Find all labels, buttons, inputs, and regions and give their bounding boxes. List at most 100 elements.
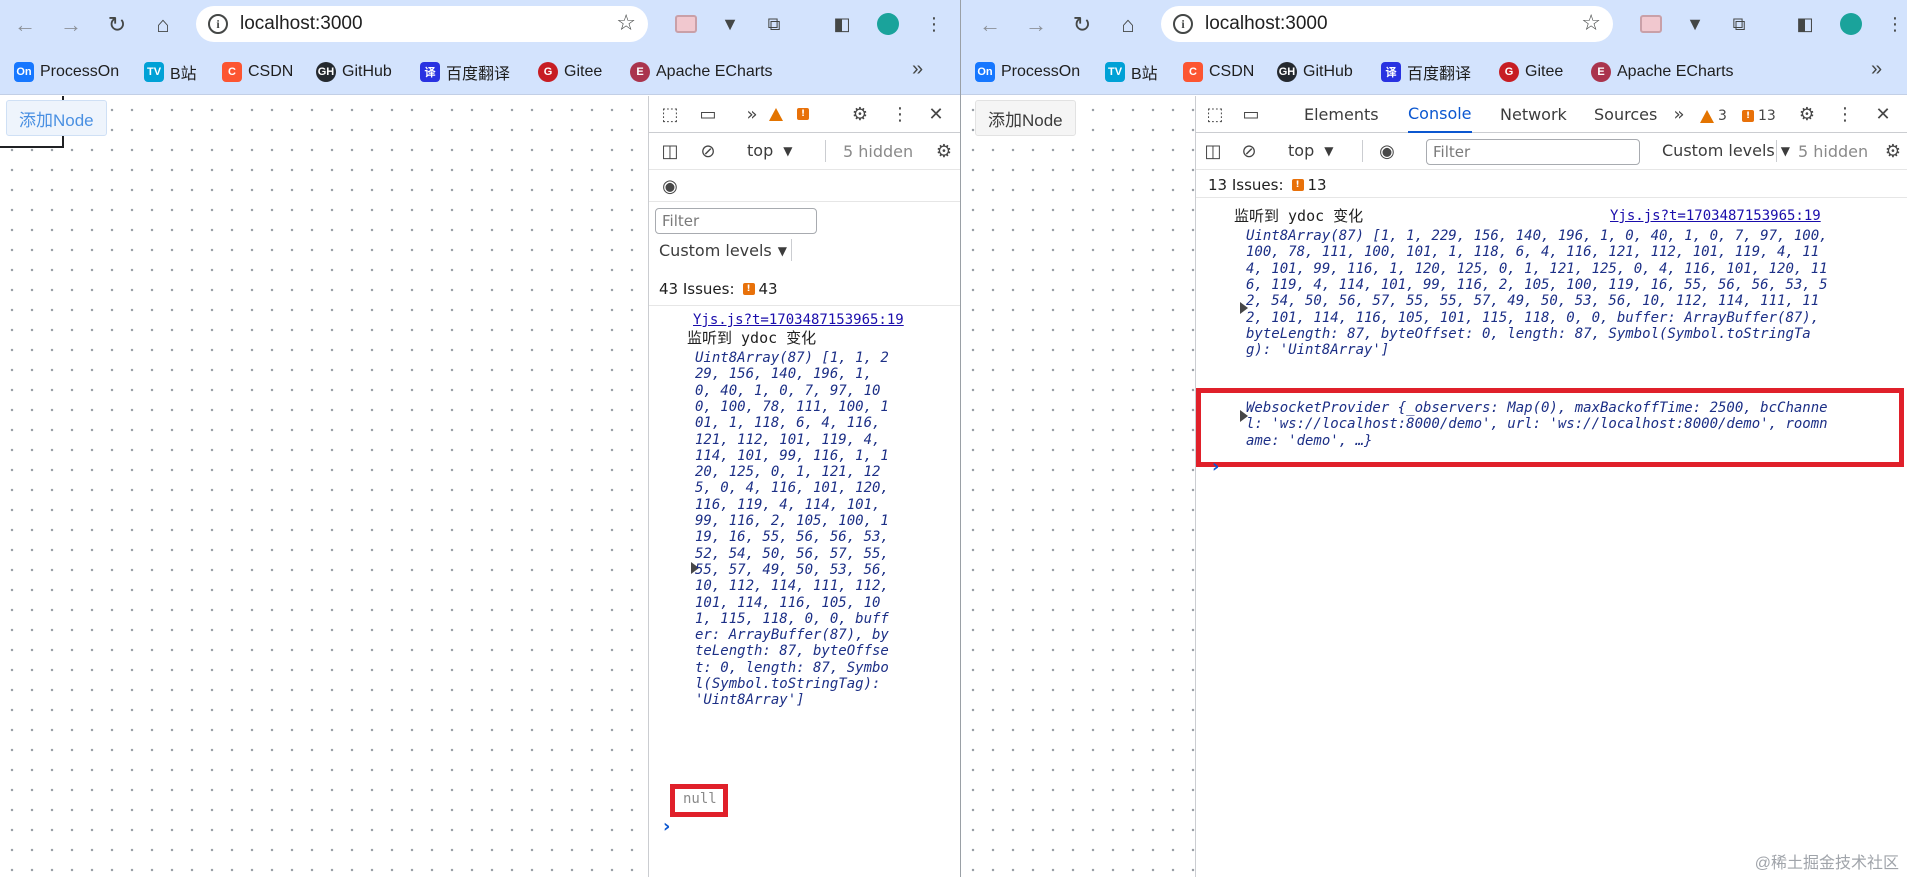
bookmarks-more-icon[interactable]: » bbox=[912, 58, 923, 81]
extension-v-icon[interactable]: ▼ bbox=[718, 12, 742, 36]
console-settings-icon[interactable]: ⚙ bbox=[931, 138, 957, 164]
filter-input[interactable]: Filter bbox=[1426, 139, 1640, 165]
issues-badge[interactable]: ! bbox=[797, 108, 813, 120]
add-node-button[interactable]: 添加Node bbox=[975, 100, 1076, 136]
warnings-badge[interactable]: 3 bbox=[1700, 108, 1727, 124]
bookmark-gitee[interactable]: G Gitee bbox=[538, 60, 602, 84]
back-icon[interactable]: ← bbox=[975, 10, 1005, 40]
devtools-tabbar: ⬚ ▭ Elements Console Network Sources » 3… bbox=[1196, 96, 1907, 133]
live-expression-eye-icon[interactable]: ◉ bbox=[1374, 138, 1400, 164]
forward-icon[interactable]: → bbox=[1021, 10, 1051, 40]
bookmark-label: Gitee bbox=[1525, 63, 1564, 80]
bookmark-label: B站 bbox=[1131, 66, 1158, 83]
inspect-element-icon[interactable]: ⬚ bbox=[1202, 101, 1228, 127]
tab-elements[interactable]: Elements bbox=[1304, 96, 1379, 133]
live-expression-eye-icon[interactable]: ◉ bbox=[657, 173, 683, 199]
bookmark-echarts[interactable]: E Apache ECharts bbox=[630, 60, 773, 84]
warnings-badge[interactable] bbox=[769, 108, 787, 121]
reload-icon[interactable]: ↻ bbox=[1067, 10, 1097, 40]
bookmark-github[interactable]: GH GitHub bbox=[316, 60, 392, 84]
site-info-icon[interactable]: i bbox=[1173, 14, 1193, 34]
more-tabs-icon[interactable]: » bbox=[1666, 101, 1692, 127]
address-bar[interactable]: i localhost:3000 ☆ bbox=[1161, 6, 1613, 42]
close-devtools-icon[interactable]: ✕ bbox=[1870, 101, 1896, 127]
extension-v-icon[interactable]: ▼ bbox=[1683, 12, 1707, 36]
extension-icon[interactable] bbox=[674, 12, 698, 36]
tab-console[interactable]: Console bbox=[1408, 96, 1472, 133]
bookmark-star-icon[interactable]: ☆ bbox=[1581, 10, 1601, 36]
bookmark-label: ProcessOn bbox=[1001, 63, 1081, 80]
close-devtools-icon[interactable]: ✕ bbox=[923, 101, 949, 127]
issues-row[interactable]: 43 Issues: ! 43 bbox=[649, 270, 960, 306]
bookmark-csdn[interactable]: C CSDN bbox=[222, 60, 293, 84]
bookmark-processon[interactable]: On ProcessOn bbox=[975, 60, 1080, 84]
bookmark-csdn[interactable]: C CSDN bbox=[1183, 60, 1254, 84]
console-output-line: er: ArrayBuffer(87), by bbox=[695, 627, 889, 644]
console-prompt-icon[interactable]: › bbox=[1212, 456, 1219, 477]
customize-kebab-icon[interactable]: ⋮ bbox=[887, 101, 913, 127]
extensions-puzzle-icon[interactable]: ⧉ bbox=[762, 12, 786, 36]
console-settings-icon[interactable]: ⚙ bbox=[1880, 138, 1906, 164]
show-sidebar-icon[interactable]: ◫ bbox=[1200, 138, 1226, 164]
console-output-line: 116, 119, 4, 114, 101, bbox=[695, 496, 881, 513]
inspect-element-icon[interactable]: ⬚ bbox=[657, 101, 683, 127]
tab-network[interactable]: Network bbox=[1500, 96, 1567, 133]
home-icon[interactable]: ⌂ bbox=[1113, 10, 1143, 40]
console-output-line: 2, 54, 50, 56, 57, 55, 55, 57, 49, 50, 5… bbox=[1246, 293, 1820, 310]
log-levels-dropdown[interactable]: Custom levels ▼ bbox=[1662, 141, 1790, 160]
bookmarks-more-icon[interactable]: » bbox=[1871, 58, 1882, 81]
console-toolbar: ◫ ⊘ top ▼ ◉ Filter Custom levels ▼ 5 hidde… bbox=[1196, 133, 1907, 170]
menu-kebab-icon[interactable]: ⋮ bbox=[922, 12, 946, 36]
home-icon[interactable]: ⌂ bbox=[148, 10, 178, 40]
browser-toolbar: ← → ↻ ⌂ i localhost:3000 ☆ ▼ ⧉ ◧ ⋮ bbox=[0, 0, 960, 48]
log-levels-dropdown[interactable]: Custom levels ▼ bbox=[659, 241, 787, 260]
bookmark-star-icon[interactable]: ☆ bbox=[616, 10, 636, 36]
side-panel-icon[interactable]: ◧ bbox=[1793, 12, 1817, 36]
address-bar[interactable]: i localhost:3000 ☆ bbox=[196, 6, 648, 42]
side-panel-icon[interactable]: ◧ bbox=[830, 12, 854, 36]
bookmark-bilibili[interactable]: TV B站 bbox=[144, 60, 197, 84]
customize-kebab-icon[interactable]: ⋮ bbox=[1832, 101, 1858, 127]
device-toolbar-icon[interactable]: ▭ bbox=[1238, 101, 1264, 127]
reload-icon[interactable]: ↻ bbox=[102, 10, 132, 40]
extensions-puzzle-icon[interactable]: ⧉ bbox=[1727, 12, 1751, 36]
site-info-icon[interactable]: i bbox=[208, 14, 228, 34]
bookmark-echarts[interactable]: E Apache ECharts bbox=[1591, 60, 1734, 84]
console-source-link[interactable]: Yjs.js?t=1703487153965:19 bbox=[1610, 208, 1821, 224]
console-prompt-icon[interactable]: › bbox=[663, 816, 670, 837]
filter-input[interactable]: Filter bbox=[655, 208, 817, 234]
console-output-line: 121, 112, 101, 119, 4, bbox=[695, 431, 881, 448]
bookmark-baidu-translate[interactable]: 译 百度翻译 bbox=[420, 60, 510, 84]
issues-badge[interactable]: ! 13 bbox=[1742, 108, 1776, 124]
more-tabs-icon[interactable]: » bbox=[739, 101, 765, 127]
settings-gear-icon[interactable]: ⚙ bbox=[1794, 101, 1820, 127]
app-canvas[interactable]: 添加Node bbox=[961, 96, 1195, 877]
clear-console-icon[interactable]: ⊘ bbox=[1236, 138, 1262, 164]
bookmark-gitee[interactable]: G Gitee bbox=[1499, 60, 1563, 84]
console-source-link[interactable]: Yjs.js?t=1703487153965:19 bbox=[693, 312, 904, 328]
app-canvas[interactable]: 添加Node bbox=[0, 96, 648, 877]
github-icon: GH bbox=[1277, 62, 1297, 82]
menu-kebab-icon[interactable]: ⋮ bbox=[1883, 12, 1907, 36]
bookmark-bilibili[interactable]: TV B站 bbox=[1105, 60, 1158, 84]
settings-gear-icon[interactable]: ⚙ bbox=[847, 101, 873, 127]
back-icon[interactable]: ← bbox=[10, 10, 40, 40]
bookmark-github[interactable]: GH GitHub bbox=[1277, 60, 1353, 84]
tab-sources[interactable]: Sources bbox=[1594, 96, 1657, 133]
issues-row[interactable]: 13 Issues: ! 13 bbox=[1196, 170, 1907, 198]
bookmark-baidu-translate[interactable]: 译 百度翻译 bbox=[1381, 60, 1471, 84]
context-selector[interactable]: top ▼ bbox=[747, 141, 792, 160]
console-output-line: 29, 156, 140, 196, 1, bbox=[695, 366, 873, 383]
profile-avatar-icon[interactable] bbox=[876, 12, 900, 36]
add-node-button[interactable]: 添加Node bbox=[6, 100, 107, 136]
bookmark-processon[interactable]: On ProcessOn bbox=[14, 60, 119, 84]
context-selector[interactable]: top ▼ bbox=[1288, 141, 1333, 160]
forward-icon[interactable]: → bbox=[56, 10, 86, 40]
extension-icon[interactable] bbox=[1639, 12, 1663, 36]
bookmark-label: ProcessOn bbox=[40, 63, 120, 80]
show-sidebar-icon[interactable]: ◫ bbox=[657, 138, 683, 164]
console-output-line: 100, 78, 111, 100, 101, 1, 118, 6, 4, 11… bbox=[1246, 244, 1820, 261]
profile-avatar-icon[interactable] bbox=[1839, 12, 1863, 36]
device-toolbar-icon[interactable]: ▭ bbox=[695, 101, 721, 127]
clear-console-icon[interactable]: ⊘ bbox=[695, 138, 721, 164]
